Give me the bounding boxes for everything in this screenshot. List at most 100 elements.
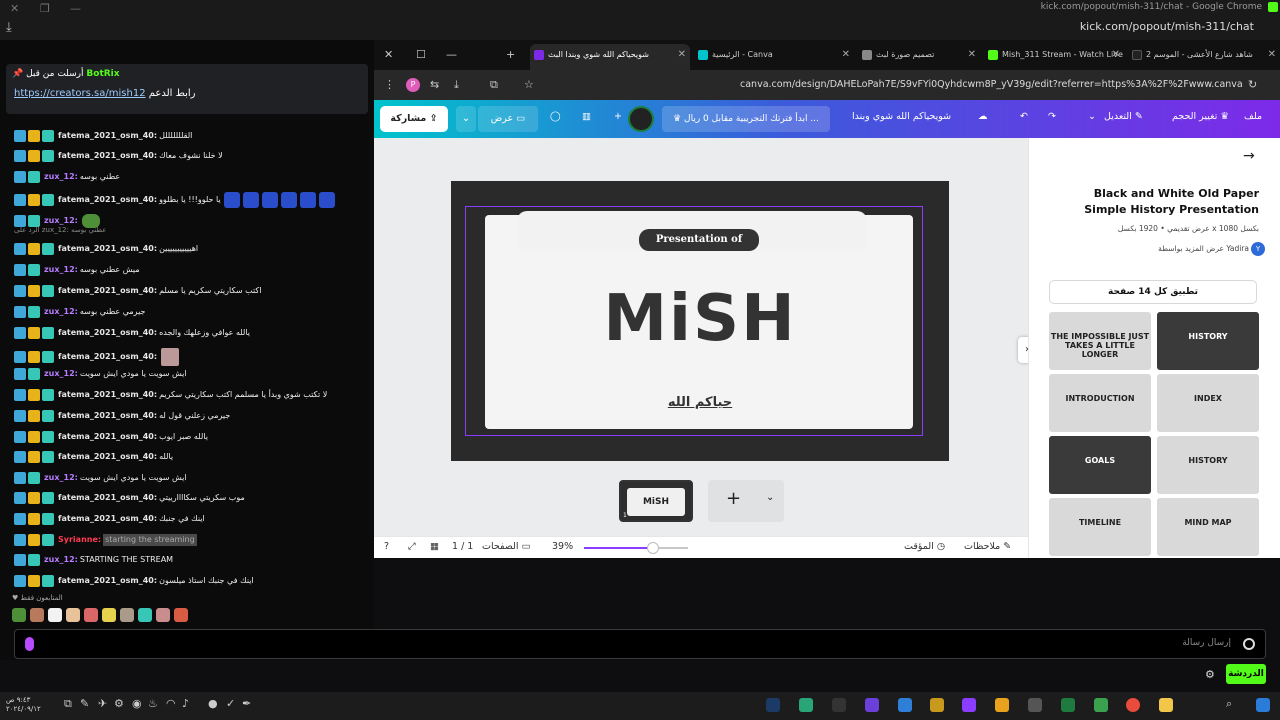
share-button[interactable]: مشاركة ⇪	[380, 106, 448, 132]
template-page[interactable]: MIND MAP	[1157, 498, 1259, 556]
tab-watch-show[interactable]: ✕ شاهد شارع الأعشى - الموسم 2	[1128, 44, 1280, 70]
zoom-slider[interactable]	[584, 542, 688, 554]
chat-message[interactable]: fatema_2021_osm_40:	[14, 348, 180, 366]
chat-username[interactable]: Syrianne:	[58, 534, 101, 546]
url-input[interactable]: canva.com/design/DAHELoPah7E/S9vFYi0Qyhd…	[522, 74, 1242, 96]
chat-username[interactable]: fatema_2021_osm_40:	[58, 410, 157, 422]
chevron-down-icon[interactable]: ⌄	[1088, 111, 1096, 122]
emote-icon[interactable]	[120, 608, 134, 622]
help-icon[interactable]: ?	[384, 541, 389, 552]
close-tab-icon[interactable]: ✕	[842, 44, 850, 66]
fullscreen-icon[interactable]: ⤢	[408, 541, 416, 552]
new-tab-icon[interactable]: +	[506, 48, 515, 61]
template-page[interactable]: HISTORY	[1157, 436, 1259, 494]
add-page-button[interactable]: + ⌄	[708, 480, 784, 522]
restore-window-icon[interactable]: ❐	[40, 2, 50, 15]
chat-username[interactable]: fatema_2021_osm_40:	[58, 451, 157, 463]
slide-canvas[interactable]: Presentation of MiSH حياكم الله	[451, 181, 949, 461]
emote-icon[interactable]	[156, 608, 170, 622]
emote-icon[interactable]	[66, 608, 80, 622]
chat-username[interactable]: fatema_2021_osm_40:	[58, 130, 157, 142]
chat-settings-gear-icon[interactable]: ⚙	[1205, 668, 1215, 681]
apply-all-pages-button[interactable]: تطبيق كل 14 صفحة	[1049, 280, 1257, 304]
chat-username[interactable]: fatema_2021_osm_40:	[58, 575, 157, 587]
emote-icon[interactable]	[30, 608, 44, 622]
emote-icon[interactable]	[12, 608, 26, 622]
tab-design-image[interactable]: ✕ تصميم صورة لبث	[858, 44, 980, 70]
minimize-window-icon[interactable]: —	[70, 2, 81, 15]
timer-button[interactable]: المؤقت ◷	[904, 541, 945, 552]
comment-icon[interactable]: ◯	[550, 111, 561, 122]
pinned-link[interactable]: https://creators.sa/mish12	[14, 88, 146, 99]
pages-button[interactable]: الصفحات ▭	[482, 541, 531, 552]
chat-username[interactable]: fatema_2021_osm_40:	[58, 285, 157, 297]
chat-message[interactable]: fatema_2021_osm_40: يا حلوو!!! يا بطلوو	[14, 192, 335, 208]
chat-username[interactable]: fatema_2021_osm_40:	[58, 351, 157, 363]
undo-icon[interactable]: ↶	[1020, 111, 1028, 122]
back-arrow-icon[interactable]: →	[1243, 148, 1255, 164]
cast-icon[interactable]: ⇆	[430, 78, 439, 91]
chat-message[interactable]: fatema_2021_osm_40: جيرمي زعلني قول له	[14, 410, 230, 422]
zoom-slider-handle[interactable]	[646, 542, 659, 554]
restore-window-icon[interactable]: ☐	[416, 48, 426, 61]
steam-icon[interactable]	[766, 698, 780, 712]
chat-message[interactable]: fatema_2021_osm_40: اينك في جنبك	[14, 513, 205, 525]
chat-message[interactable]: fatema_2021_osm_40: اكتب سكاريتي سكريم يا…	[14, 285, 261, 297]
template-page[interactable]: HISTORY	[1157, 312, 1259, 370]
present-options-button[interactable]: ⌄	[456, 106, 476, 132]
template-page[interactable]: GOALS	[1049, 436, 1151, 494]
user-avatar[interactable]	[628, 106, 654, 132]
extensions-icon[interactable]: ⧉	[490, 78, 498, 92]
tab-canva-design[interactable]: ✕ شويحياكم الله شوي وبندا البث	[530, 44, 690, 70]
profile-avatar[interactable]: P	[406, 78, 420, 92]
chat-message[interactable]: fatema_2021_osm_40: لا خلنا نشوف معاك	[14, 150, 223, 162]
app-icon[interactable]	[930, 698, 944, 712]
template-page[interactable]: THE IMPOSSIBLE JUST TAKES A LITTLE LONGE…	[1049, 312, 1151, 370]
chat-message-input[interactable]: إرسال رسالة	[14, 629, 1266, 659]
present-button[interactable]: عرض ▭	[478, 106, 538, 132]
file-menu[interactable]: ملف	[1244, 111, 1262, 122]
chat-username[interactable]: zux_12:	[44, 368, 78, 380]
chat-username[interactable]: fatema_2021_osm_40:	[58, 150, 157, 162]
emoji-picker-icon[interactable]	[1243, 638, 1255, 650]
chat-message[interactable]: fatema_2021_osm_40: اينك في جنبك استاذ مي…	[14, 575, 254, 587]
grid-view-icon[interactable]: ▦	[430, 541, 439, 552]
add-collaborator-icon[interactable]: +	[614, 111, 622, 122]
tray-icon[interactable]: ◉	[132, 697, 142, 710]
chat-message[interactable]: zux_12: ميش عطني بوسه	[14, 264, 140, 276]
start-menu-icon[interactable]	[1256, 698, 1270, 712]
zoom-level[interactable]: 39%	[552, 541, 573, 552]
chat-message[interactable]: zux_12: STARTING THE STREAM	[14, 554, 173, 566]
tray-icon[interactable]: ✒	[242, 697, 251, 710]
tray-icon[interactable]: ♨	[148, 697, 158, 710]
chat-username[interactable]: fatema_2021_osm_40:	[58, 513, 157, 525]
emote-icon[interactable]	[102, 608, 116, 622]
redo-icon[interactable]: ↷	[1048, 111, 1056, 122]
design-title[interactable]: شويحياكم الله شوي وبندا	[852, 111, 951, 122]
tray-icon[interactable]: ✓	[226, 697, 235, 710]
notes-button[interactable]: ملاحظات ✎	[964, 541, 1011, 552]
chat-message[interactable]: zux_12: ايش سويت يا مودي ايش سويت	[14, 472, 187, 484]
chat-send-button[interactable]: الدردشة	[1226, 664, 1266, 684]
search-icon[interactable]: ⌕	[1226, 697, 1232, 711]
close-tab-icon[interactable]: ✕	[1112, 44, 1120, 66]
template-page[interactable]: INDEX	[1157, 374, 1259, 432]
close-tab-icon[interactable]: ✕	[968, 44, 976, 66]
emote-icon[interactable]	[138, 608, 152, 622]
chat-message[interactable]: fatema_2021_osm_40: القلللللللل	[14, 130, 192, 142]
reload-icon[interactable]: ↻	[1248, 78, 1257, 91]
chat-message[interactable]: fatema_2021_osm_40: اهييييييييييين	[14, 243, 198, 255]
chevron-down-icon[interactable]: ⌄	[766, 492, 774, 503]
edit-menu[interactable]: التعديل ✎	[1104, 111, 1143, 122]
mic-icon[interactable]: ●	[208, 697, 218, 710]
app-icon[interactable]	[865, 698, 879, 712]
close-window-icon[interactable]: ✕	[10, 2, 19, 15]
chat-username[interactable]: fatema_2021_osm_40:	[58, 492, 157, 504]
app-icon[interactable]	[1094, 698, 1108, 712]
chat-username[interactable]: zux_12:	[44, 306, 78, 318]
chat-message[interactable]: fatema_2021_osm_40: موب سكريتي سكاااارييت…	[14, 492, 245, 504]
chat-username[interactable]: zux_12:	[44, 264, 78, 276]
emote-icon[interactable]	[48, 608, 62, 622]
chat-message[interactable]: fatema_2021_osm_40: لا تكتب شوي وبدأ يا م…	[14, 389, 327, 401]
template-page[interactable]: INTRODUCTION	[1049, 374, 1151, 432]
